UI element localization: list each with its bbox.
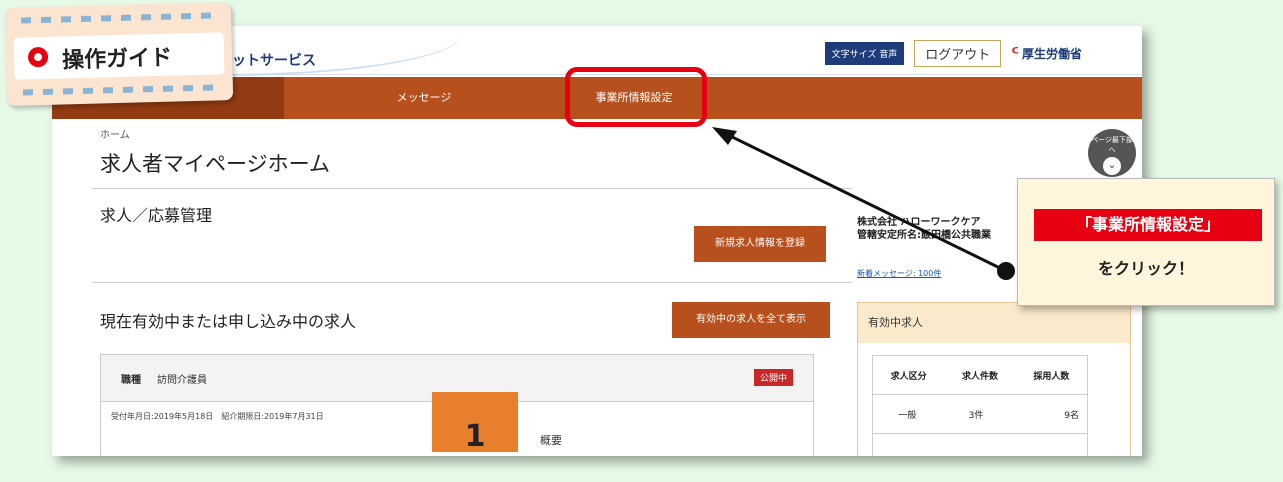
header-actions: 文字サイズ 音声 ログアウト ᑦ 厚生労働省 xyxy=(824,40,1082,67)
table-header-row: 求人区分 求人件数 採用人数 xyxy=(873,356,1087,395)
step-caption: 概要 xyxy=(540,434,562,447)
step-number-badge: 1 xyxy=(432,392,518,454)
section-title-recruit: 求人／応募管理 xyxy=(100,206,213,225)
scroll-button-label: ページ最下部へ xyxy=(1091,136,1133,154)
callout-instruction: をクリック！ xyxy=(1097,259,1194,278)
service-name: ットサービス xyxy=(232,53,316,69)
divider xyxy=(92,282,852,283)
show-all-active-button[interactable]: 有効中の求人を全て表示 xyxy=(672,302,830,338)
status-badge: 公開中 xyxy=(753,369,793,386)
job-type-label: 職種 xyxy=(121,375,141,386)
breadcrumb[interactable]: ホーム xyxy=(100,126,130,141)
ministry-logo-text: 厚生労働省 xyxy=(1021,47,1082,61)
callout-highlight: 「事業所情報設定」 xyxy=(1034,209,1262,241)
table-cell: 9名 xyxy=(1064,410,1080,421)
active-jobs-table: 求人区分 求人件数 採用人数 一般 3件 9名 xyxy=(872,355,1088,456)
guide-tag: 操作ガイド xyxy=(4,2,234,106)
active-jobs-panel: 有効中求人 求人区分 求人件数 採用人数 一般 3件 9名 xyxy=(857,302,1131,456)
table-row: 一般 3件 9名 xyxy=(873,395,1087,434)
table-cell[interactable]: 3件 xyxy=(942,408,1011,421)
highlight-box xyxy=(565,67,707,127)
scroll-to-bottom-button[interactable]: ページ最下部へ ⌄ xyxy=(1088,129,1136,177)
office-name: 管轄安定所名:飯田橋公共職業 xyxy=(857,230,991,241)
table-header: 求人区分 xyxy=(890,371,927,382)
company-name: 株式会社 ハローワークケア xyxy=(857,217,981,228)
table-cell: 一般 xyxy=(898,410,917,421)
instruction-callout: 「事業所情報設定」 をクリック！ xyxy=(1017,178,1275,306)
active-jobs-title: 有効中求人 xyxy=(858,303,1130,343)
guide-label: 操作ガイド xyxy=(61,45,173,74)
job-dates: 受付年月日:2019年5月18日 紹介期限日:2019年7月31日 xyxy=(111,412,324,421)
table-header: 求人件数 xyxy=(961,371,998,382)
ministry-logo-icon: ᑦ xyxy=(1011,44,1019,63)
nav-item-messages[interactable]: メッセージ xyxy=(284,77,564,119)
divider xyxy=(92,188,852,189)
logout-button[interactable]: ログアウト xyxy=(914,40,1002,67)
new-messages-link[interactable]: 新着メッセージ: 100件 xyxy=(857,268,941,279)
company-info: 株式会社 ハローワークケア 管轄安定所名:飯田橋公共職業 xyxy=(857,216,991,242)
page-title: 求人者マイページホーム xyxy=(100,152,330,176)
table-header: 採用人数 xyxy=(1033,371,1070,382)
table-row xyxy=(873,434,1087,456)
section-title-active: 現在有効中または申し込み中の求人 xyxy=(100,312,357,331)
ministry-logo: ᑦ 厚生労働省 xyxy=(1011,44,1082,63)
accessibility-button[interactable]: 文字サイズ 音声 xyxy=(824,42,905,65)
job-type-value: 訪問介護員 xyxy=(157,375,207,386)
chevron-down-icon: ⌄ xyxy=(1103,157,1121,175)
new-job-button[interactable]: 新規求人情報を登録 xyxy=(694,226,826,262)
